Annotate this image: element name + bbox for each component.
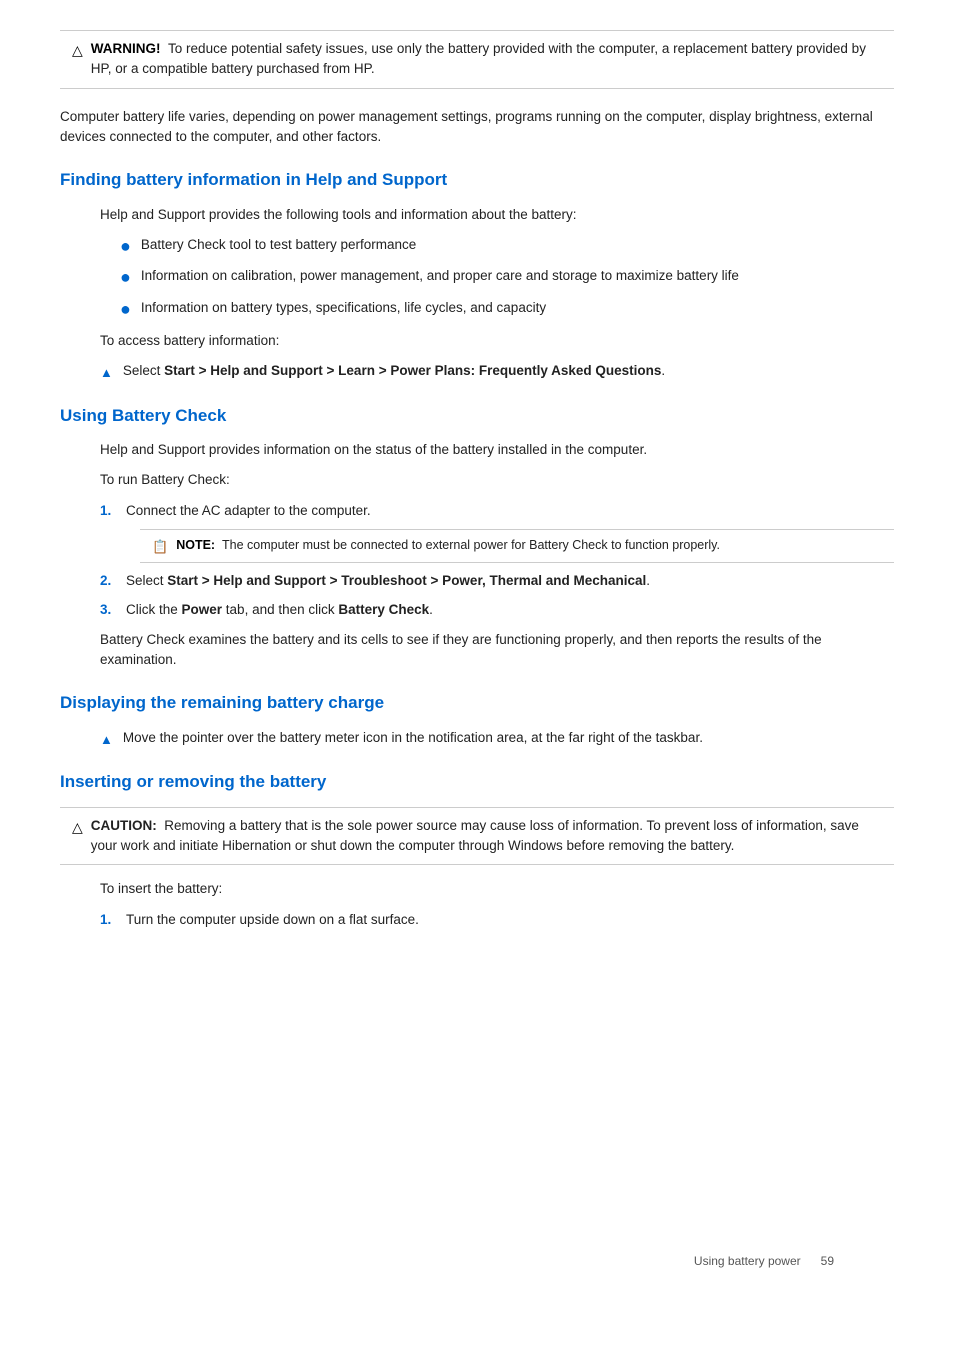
bullet-text: Battery Check tool to test battery perfo… [141, 235, 416, 255]
step-number: 2. [100, 571, 118, 591]
page-footer: Using battery power 59 [694, 1252, 834, 1270]
note-content: NOTE: The computer must be connected to … [176, 536, 720, 555]
section1-intro: Help and Support provides the following … [100, 205, 894, 225]
section1-access-text: To access battery information: [100, 331, 894, 351]
note-icon: 📋 [152, 537, 168, 557]
step-text: Click the Power tab, and then click Batt… [126, 600, 433, 620]
arrow-triangle-icon: ▲ [100, 730, 113, 750]
footer-text: Using battery power [694, 1254, 801, 1268]
step-text: Select Start > Help and Support > Troubl… [126, 571, 650, 591]
section1-bullet-list: ● Battery Check tool to test battery per… [120, 235, 894, 321]
arrow-triangle-icon: ▲ [100, 363, 113, 383]
list-item: ● Information on calibration, power mana… [120, 266, 894, 289]
step-number: 1. [100, 910, 118, 930]
warning-text: WARNING! To reduce potential safety issu… [91, 39, 882, 80]
warning-triangle-icon: △ [72, 40, 83, 61]
section2-heading: Using Battery Check [60, 403, 894, 429]
section1-heading: Finding battery information in Help and … [60, 167, 894, 193]
section2-numbered-list: 1. Connect the AC adapter to the compute… [100, 501, 894, 620]
bullet-icon: ● [120, 235, 131, 258]
section1-arrow-item: ▲ Select Start > Help and Support > Lear… [100, 361, 894, 383]
caution-label: CAUTION: [91, 818, 157, 833]
arrow-text: Select Start > Help and Support > Learn … [123, 361, 665, 381]
step-number: 1. [100, 501, 118, 521]
list-item: ● Battery Check tool to test battery per… [120, 235, 894, 258]
list-item: 1. Turn the computer upside down on a fl… [100, 910, 894, 930]
caution-content: CAUTION: Removing a battery that is the … [91, 816, 882, 857]
section2-intro: Help and Support provides information on… [100, 440, 894, 460]
section2-run-text: To run Battery Check: [100, 470, 894, 490]
bullet-icon: ● [120, 266, 131, 289]
step-text: Connect the AC adapter to the computer. [126, 501, 371, 521]
section3-heading: Displaying the remaining battery charge [60, 690, 894, 716]
note-box: 📋 NOTE: The computer must be connected t… [140, 529, 894, 564]
list-item: 1. Connect the AC adapter to the compute… [100, 501, 894, 521]
list-item: 2. Select Start > Help and Support > Tro… [100, 571, 894, 591]
section4-insert-text: To insert the battery: [100, 879, 894, 899]
step-number: 3. [100, 600, 118, 620]
section3-arrow-item: ▲ Move the pointer over the battery mete… [100, 728, 894, 750]
arrow-text: Move the pointer over the battery meter … [123, 728, 703, 748]
list-item: ● Information on battery types, specific… [120, 298, 894, 321]
bullet-text: Information on calibration, power manage… [141, 266, 739, 286]
section4-heading: Inserting or removing the battery [60, 769, 894, 795]
page-wrapper: △ WARNING! To reduce potential safety is… [60, 30, 894, 1300]
section2-conclusion: Battery Check examines the battery and i… [100, 630, 894, 671]
page-number: 59 [821, 1254, 834, 1268]
step-text: Turn the computer upside down on a flat … [126, 910, 419, 930]
section4-numbered-list: 1. Turn the computer upside down on a fl… [100, 910, 894, 930]
list-item: 3. Click the Power tab, and then click B… [100, 600, 894, 620]
caution-text: Removing a battery that is the sole powe… [91, 818, 859, 853]
bullet-icon: ● [120, 298, 131, 321]
warning-box: △ WARNING! To reduce potential safety is… [60, 30, 894, 89]
caution-triangle-icon: △ [72, 817, 83, 838]
bullet-text: Information on battery types, specificat… [141, 298, 546, 318]
intro-text: Computer battery life varies, depending … [60, 107, 894, 148]
note-text: The computer must be connected to extern… [222, 538, 720, 552]
caution-box: △ CAUTION: Removing a battery that is th… [60, 807, 894, 866]
